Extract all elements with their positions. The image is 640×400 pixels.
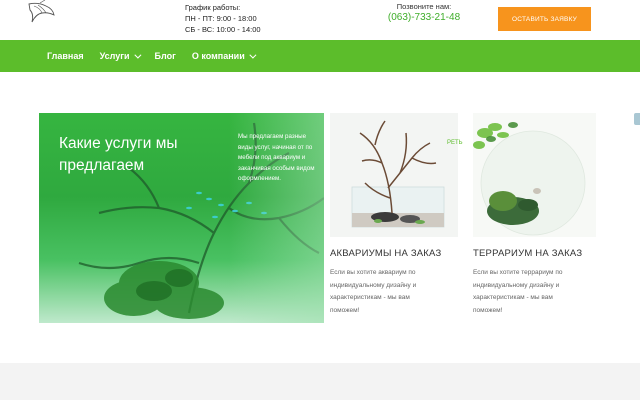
- hours-weekdays: ПН - ПТ: 9:00 - 18:00: [185, 14, 257, 23]
- terrarium-card-image[interactable]: [473, 113, 596, 237]
- chevron-down-icon: [133, 51, 141, 59]
- card-desc-line: характеристикам - мы вам: [473, 294, 553, 301]
- main-nav: Главная Услуги Блог О компании: [0, 40, 640, 72]
- hero-text-line: заканчивая особым видом: [238, 164, 315, 172]
- nav-item-label: Блог: [154, 51, 176, 61]
- phone-link[interactable]: (063)-733-21-48: [386, 12, 462, 24]
- page: График работы: ПН - ПТ: 9:00 - 18:00 СБ …: [0, 0, 640, 400]
- slider-arrow-tab[interactable]: [634, 113, 640, 125]
- footer-strip: [0, 363, 640, 400]
- hero-description: Мы предлагаем разные виды услуг, начиная…: [238, 132, 324, 185]
- terrarium-card-description: Если вы хотите террариум по индивидуальн…: [473, 267, 593, 317]
- card-desc-line: Если вы хотите аквариум по: [330, 269, 416, 276]
- hero-text-line: виды услуг, начиная от по: [238, 143, 313, 151]
- aquarium-card-title[interactable]: АКВАРИУМЫ НА ЗАКАЗ: [330, 248, 441, 259]
- chevron-down-icon: [249, 51, 257, 59]
- card-desc-line: характеристикам - мы вам: [330, 294, 410, 301]
- card-desc-line: индивидуальному дизайну и: [330, 281, 417, 289]
- hours-weekend: СБ - ВС: 10:00 - 14:00: [185, 25, 261, 34]
- card-desc-line: Если вы хотите террариум по: [473, 269, 563, 276]
- nav-item-label: Услуги: [99, 51, 130, 61]
- nav-item-home[interactable]: Главная: [47, 51, 84, 61]
- nav-item-label: О компании: [191, 51, 245, 61]
- hero-text-line: Мы предлагаем разные: [238, 133, 307, 140]
- card-desc-line: поможем!: [473, 306, 503, 314]
- angelfish-logo-icon[interactable]: [26, 0, 56, 26]
- call-label: Позвоните нам:: [396, 2, 452, 11]
- terrarium-card-title[interactable]: ТЕРРАРИУМ НА ЗАКАЗ: [473, 248, 582, 259]
- nav-item-blog[interactable]: Блог: [155, 51, 176, 61]
- nav-item-label: Главная: [47, 51, 84, 61]
- card-desc-line: поможем!: [330, 306, 360, 314]
- call-us: Позвоните нам: (063)-733-21-48: [386, 2, 462, 24]
- nav-item-services[interactable]: Услуги: [99, 51, 141, 61]
- leave-request-button[interactable]: ОСТАВИТЬ ЗАЯВКУ: [498, 7, 591, 31]
- hero-text-line: мебели под аквариум и: [238, 154, 306, 161]
- hours-label: График работы:: [185, 3, 241, 12]
- more-link[interactable]: РЕТЬ: [447, 140, 463, 146]
- aquarium-card-image[interactable]: [330, 113, 458, 237]
- services-hero-card: Какие услуги мы предлагаем Мы предлагаем…: [39, 113, 324, 323]
- header: График работы: ПН - ПТ: 9:00 - 18:00 СБ …: [0, 0, 640, 40]
- hero-text-line: оформлением.: [238, 175, 282, 182]
- hero-title: Какие услуги мы предлагаем: [59, 135, 178, 174]
- working-hours: График работы: ПН - ПТ: 9:00 - 18:00 СБ …: [185, 2, 261, 35]
- nav-item-about[interactable]: О компании: [191, 51, 257, 61]
- aquarium-card-description: Если вы хотите аквариум по индивидуально…: [330, 267, 450, 317]
- card-desc-line: индивидуальному дизайну и: [473, 281, 560, 289]
